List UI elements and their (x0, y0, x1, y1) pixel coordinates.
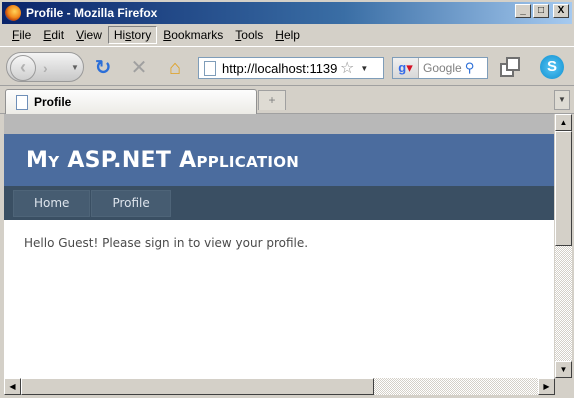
windows-addon-icon[interactable] (500, 57, 522, 79)
vertical-scroll-thumb[interactable] (555, 131, 572, 246)
tab-label: Profile (34, 95, 72, 109)
horizontal-scroll-thumb[interactable] (21, 378, 374, 395)
stop-icon[interactable]: ✕ (128, 57, 150, 79)
menu-help[interactable]: Help (269, 26, 306, 44)
skype-icon[interactable]: S (540, 55, 564, 79)
guest-message: Hello Guest! Please sign in to view your… (24, 236, 309, 250)
address-dropdown-icon[interactable]: ▼ (360, 64, 368, 73)
horizontal-scrollbar[interactable]: ◀ ▶ (4, 378, 555, 395)
nav-home-link[interactable]: Home (13, 190, 91, 217)
menu-history[interactable]: History (107, 26, 158, 44)
address-bar[interactable]: http://localhost:1139 ☆ ▼ (198, 57, 384, 79)
menu-view[interactable]: View (70, 26, 108, 44)
page-top-band (4, 114, 554, 134)
back-forward-group: ‹ › ▼ (6, 52, 84, 82)
page-icon (16, 94, 28, 110)
page-icon (204, 60, 216, 76)
menu-edit[interactable]: Edit (37, 26, 70, 44)
scroll-left-icon[interactable]: ◀ (4, 378, 21, 395)
menu-bar: File Edit View History Bookmarks Tools H… (0, 24, 574, 46)
address-input[interactable]: http://localhost:1139 (222, 61, 338, 76)
site-nav: Home Profile (4, 186, 554, 220)
minimize-button[interactable]: _ (515, 4, 531, 18)
scroll-up-icon[interactable]: ▲ (555, 114, 572, 131)
history-dropdown-icon[interactable]: ▼ (71, 63, 79, 72)
reload-icon[interactable]: ↻ (92, 57, 114, 79)
close-button[interactable]: X (553, 4, 569, 18)
scrollbar-corner (555, 378, 572, 395)
vertical-scrollbar[interactable]: ▲ ▼ (555, 114, 572, 378)
back-arrow-icon[interactable]: ‹ (10, 55, 36, 81)
scroll-right-icon[interactable]: ▶ (538, 378, 555, 395)
firefox-icon (5, 5, 21, 21)
navigation-toolbar: ‹ › ▼ ↻ ✕ ⌂ http://localhost:1139 ☆ ▼ g▾… (0, 46, 574, 86)
tab-strip: Profile + ▼ (0, 86, 574, 114)
home-icon[interactable]: ⌂ (164, 57, 186, 79)
menu-tools[interactable]: Tools (229, 26, 269, 44)
window-controls: _ □ X (515, 4, 569, 18)
list-all-tabs-button[interactable]: ▼ (554, 90, 570, 110)
menu-bookmarks[interactable]: Bookmarks (157, 26, 229, 44)
nav-profile-link[interactable]: Profile (91, 190, 171, 217)
bookmark-star-icon[interactable]: ☆ (340, 58, 354, 78)
main-content: Hello Guest! Please sign in to view your… (4, 220, 554, 266)
scroll-down-icon[interactable]: ▼ (555, 361, 572, 378)
search-input[interactable]: Google (423, 61, 462, 75)
forward-arrow-icon[interactable]: › (43, 60, 48, 76)
site-title: My ASP.NET Application (26, 147, 300, 173)
google-engine-icon[interactable]: g▾ (393, 58, 419, 78)
search-box[interactable]: g▾ Google ⚲ (392, 57, 488, 79)
window-titlebar: Profile - Mozilla Firefox _ □ X (0, 0, 574, 24)
site-header: My ASP.NET Application (4, 134, 554, 186)
page-viewport: My ASP.NET Application Home Profile Hell… (4, 114, 554, 378)
search-icon[interactable]: ⚲ (465, 60, 475, 76)
window-title: Profile - Mozilla Firefox (26, 6, 158, 20)
maximize-button[interactable]: □ (533, 4, 549, 18)
new-tab-button[interactable]: + (258, 90, 286, 110)
menu-file[interactable]: File (6, 26, 37, 44)
tab-profile[interactable]: Profile (5, 89, 257, 114)
